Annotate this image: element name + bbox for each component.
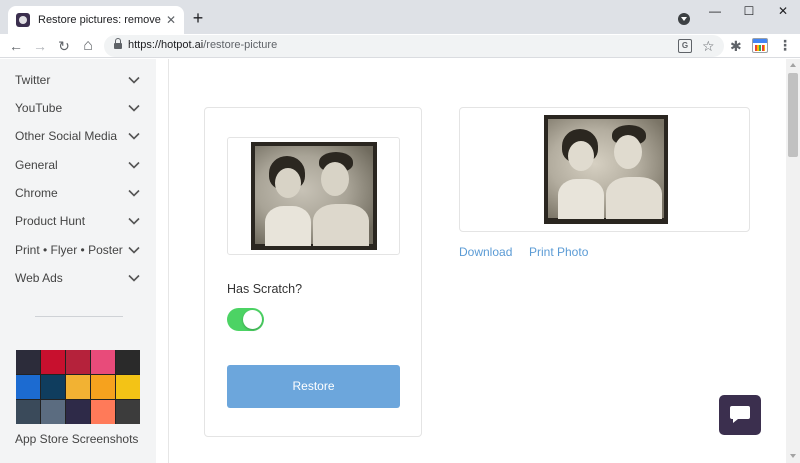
browser-toolbar: ← → ↻ ⌂ https://hotpot.ai/restore-pictur…: [0, 34, 800, 58]
download-link[interactable]: Download: [459, 245, 512, 259]
restore-button[interactable]: Restore: [227, 365, 400, 408]
restored-photo: [544, 115, 668, 224]
forward-button[interactable]: →: [30, 36, 50, 56]
sidebar-item-general[interactable]: General: [0, 152, 156, 180]
window-maximize-button[interactable]: ☐: [732, 0, 766, 22]
thumbnail-tile: [116, 375, 140, 399]
thumbnail-tile: [91, 400, 115, 424]
app-store-screenshots-label[interactable]: App Store Screenshots: [15, 432, 138, 446]
sidebar-item-youtube[interactable]: YouTube: [0, 95, 156, 123]
chevron-down-icon: [128, 274, 140, 282]
thumbnail-tile: [116, 400, 140, 424]
browser-tab-strip: Restore pictures: remove scratc ✕ + — ☐ …: [0, 0, 800, 34]
output-card: [459, 107, 750, 232]
thumbnail-tile: [116, 350, 140, 374]
sidebar-item-print-flyer-poster[interactable]: Print • Flyer • Poster: [0, 237, 156, 265]
chevron-down-icon: [128, 132, 140, 140]
input-card: Has Scratch? Restore: [204, 107, 422, 437]
sidebar-item-product-hunt[interactable]: Product Hunt: [0, 208, 156, 236]
bookmark-star-icon[interactable]: ☆: [702, 37, 715, 55]
chevron-down-icon: [128, 104, 140, 112]
sidebar-item-label: Web Ads: [15, 271, 63, 285]
url-path: /restore-picture: [203, 39, 278, 51]
back-button[interactable]: ←: [6, 36, 26, 56]
thumbnail-tile: [41, 400, 65, 424]
scroll-down-arrow-icon[interactable]: [790, 454, 796, 458]
window-close-button[interactable]: ✕: [766, 0, 800, 22]
sidebar-item-other-social-media[interactable]: Other Social Media: [0, 123, 156, 151]
address-bar[interactable]: https://hotpot.ai/restore-picture G ☆: [104, 35, 724, 57]
thumbnail-tile: [16, 400, 40, 424]
scroll-up-arrow-icon[interactable]: [790, 63, 796, 67]
sidebar-item-twitter[interactable]: Twitter: [0, 67, 156, 95]
sidebar-item-label: General: [15, 158, 58, 172]
reload-button[interactable]: ↻: [54, 36, 74, 56]
browser-tab[interactable]: Restore pictures: remove scratc ✕: [8, 6, 184, 34]
sidebar-item-label: Print • Flyer • Poster: [15, 243, 123, 257]
print-photo-link[interactable]: Print Photo: [529, 245, 588, 259]
tab-search-icon[interactable]: [678, 13, 690, 25]
sidebar-item-label: Twitter: [15, 73, 51, 87]
browser-menu-icon[interactable]: ⋮: [778, 37, 792, 54]
uploaded-photo: [251, 142, 377, 250]
input-photo-preview[interactable]: [227, 137, 400, 255]
has-scratch-toggle[interactable]: [227, 308, 264, 331]
chevron-down-icon: [128, 217, 140, 225]
thumbnail-tile: [66, 375, 90, 399]
chevron-down-icon: [128, 246, 140, 254]
app-store-screenshots-thumbnail[interactable]: [16, 350, 140, 424]
translate-icon[interactable]: G: [678, 39, 692, 53]
lock-icon[interactable]: [114, 38, 122, 50]
sidebar-item-label: Product Hunt: [15, 214, 86, 228]
tab-title: Restore pictures: remove scratc: [38, 14, 162, 26]
home-button[interactable]: ⌂: [78, 36, 98, 56]
sidebar: Twitter YouTube Other Social Media Gener…: [0, 59, 156, 463]
thumbnail-tile: [66, 400, 90, 424]
thumbnail-tile: [16, 375, 40, 399]
sidebar-item-web-ads[interactable]: Web Ads: [0, 265, 156, 293]
hotpot-favicon-icon: [16, 13, 30, 27]
sidebar-item-label: YouTube: [15, 101, 63, 115]
thumbnail-tile: [66, 350, 90, 374]
sidebar-item-label: Chrome: [15, 186, 58, 200]
thumbnail-tile: [16, 350, 40, 374]
window-minimize-button[interactable]: —: [698, 0, 732, 22]
thumbnail-tile: [91, 375, 115, 399]
url-host: https://hotpot.ai: [128, 39, 204, 51]
calendar-extension-icon[interactable]: [752, 38, 768, 53]
url-text[interactable]: https://hotpot.ai/restore-picture: [128, 39, 277, 51]
chat-bubble-icon: [730, 406, 750, 423]
sidebar-item-chrome[interactable]: Chrome: [0, 180, 156, 208]
sidebar-item-label: Other Social Media: [15, 129, 118, 143]
sidebar-gutter: [156, 59, 168, 463]
chevron-down-icon: [128, 161, 140, 169]
thumbnail-tile: [41, 375, 65, 399]
tab-close-icon[interactable]: ✕: [166, 13, 176, 27]
thumbnail-tile: [91, 350, 115, 374]
sidebar-divider: [35, 316, 123, 317]
extensions-puzzle-icon[interactable]: ✱: [730, 38, 742, 55]
thumbnail-tile: [41, 350, 65, 374]
page-scrollbar-thumb[interactable]: [788, 73, 798, 157]
chevron-down-icon: [128, 189, 140, 197]
content-divider: [168, 59, 169, 463]
chevron-down-icon: [128, 76, 140, 84]
has-scratch-label: Has Scratch?: [227, 282, 303, 296]
new-tab-button[interactable]: +: [188, 8, 208, 28]
chat-widget-button[interactable]: [719, 395, 761, 435]
